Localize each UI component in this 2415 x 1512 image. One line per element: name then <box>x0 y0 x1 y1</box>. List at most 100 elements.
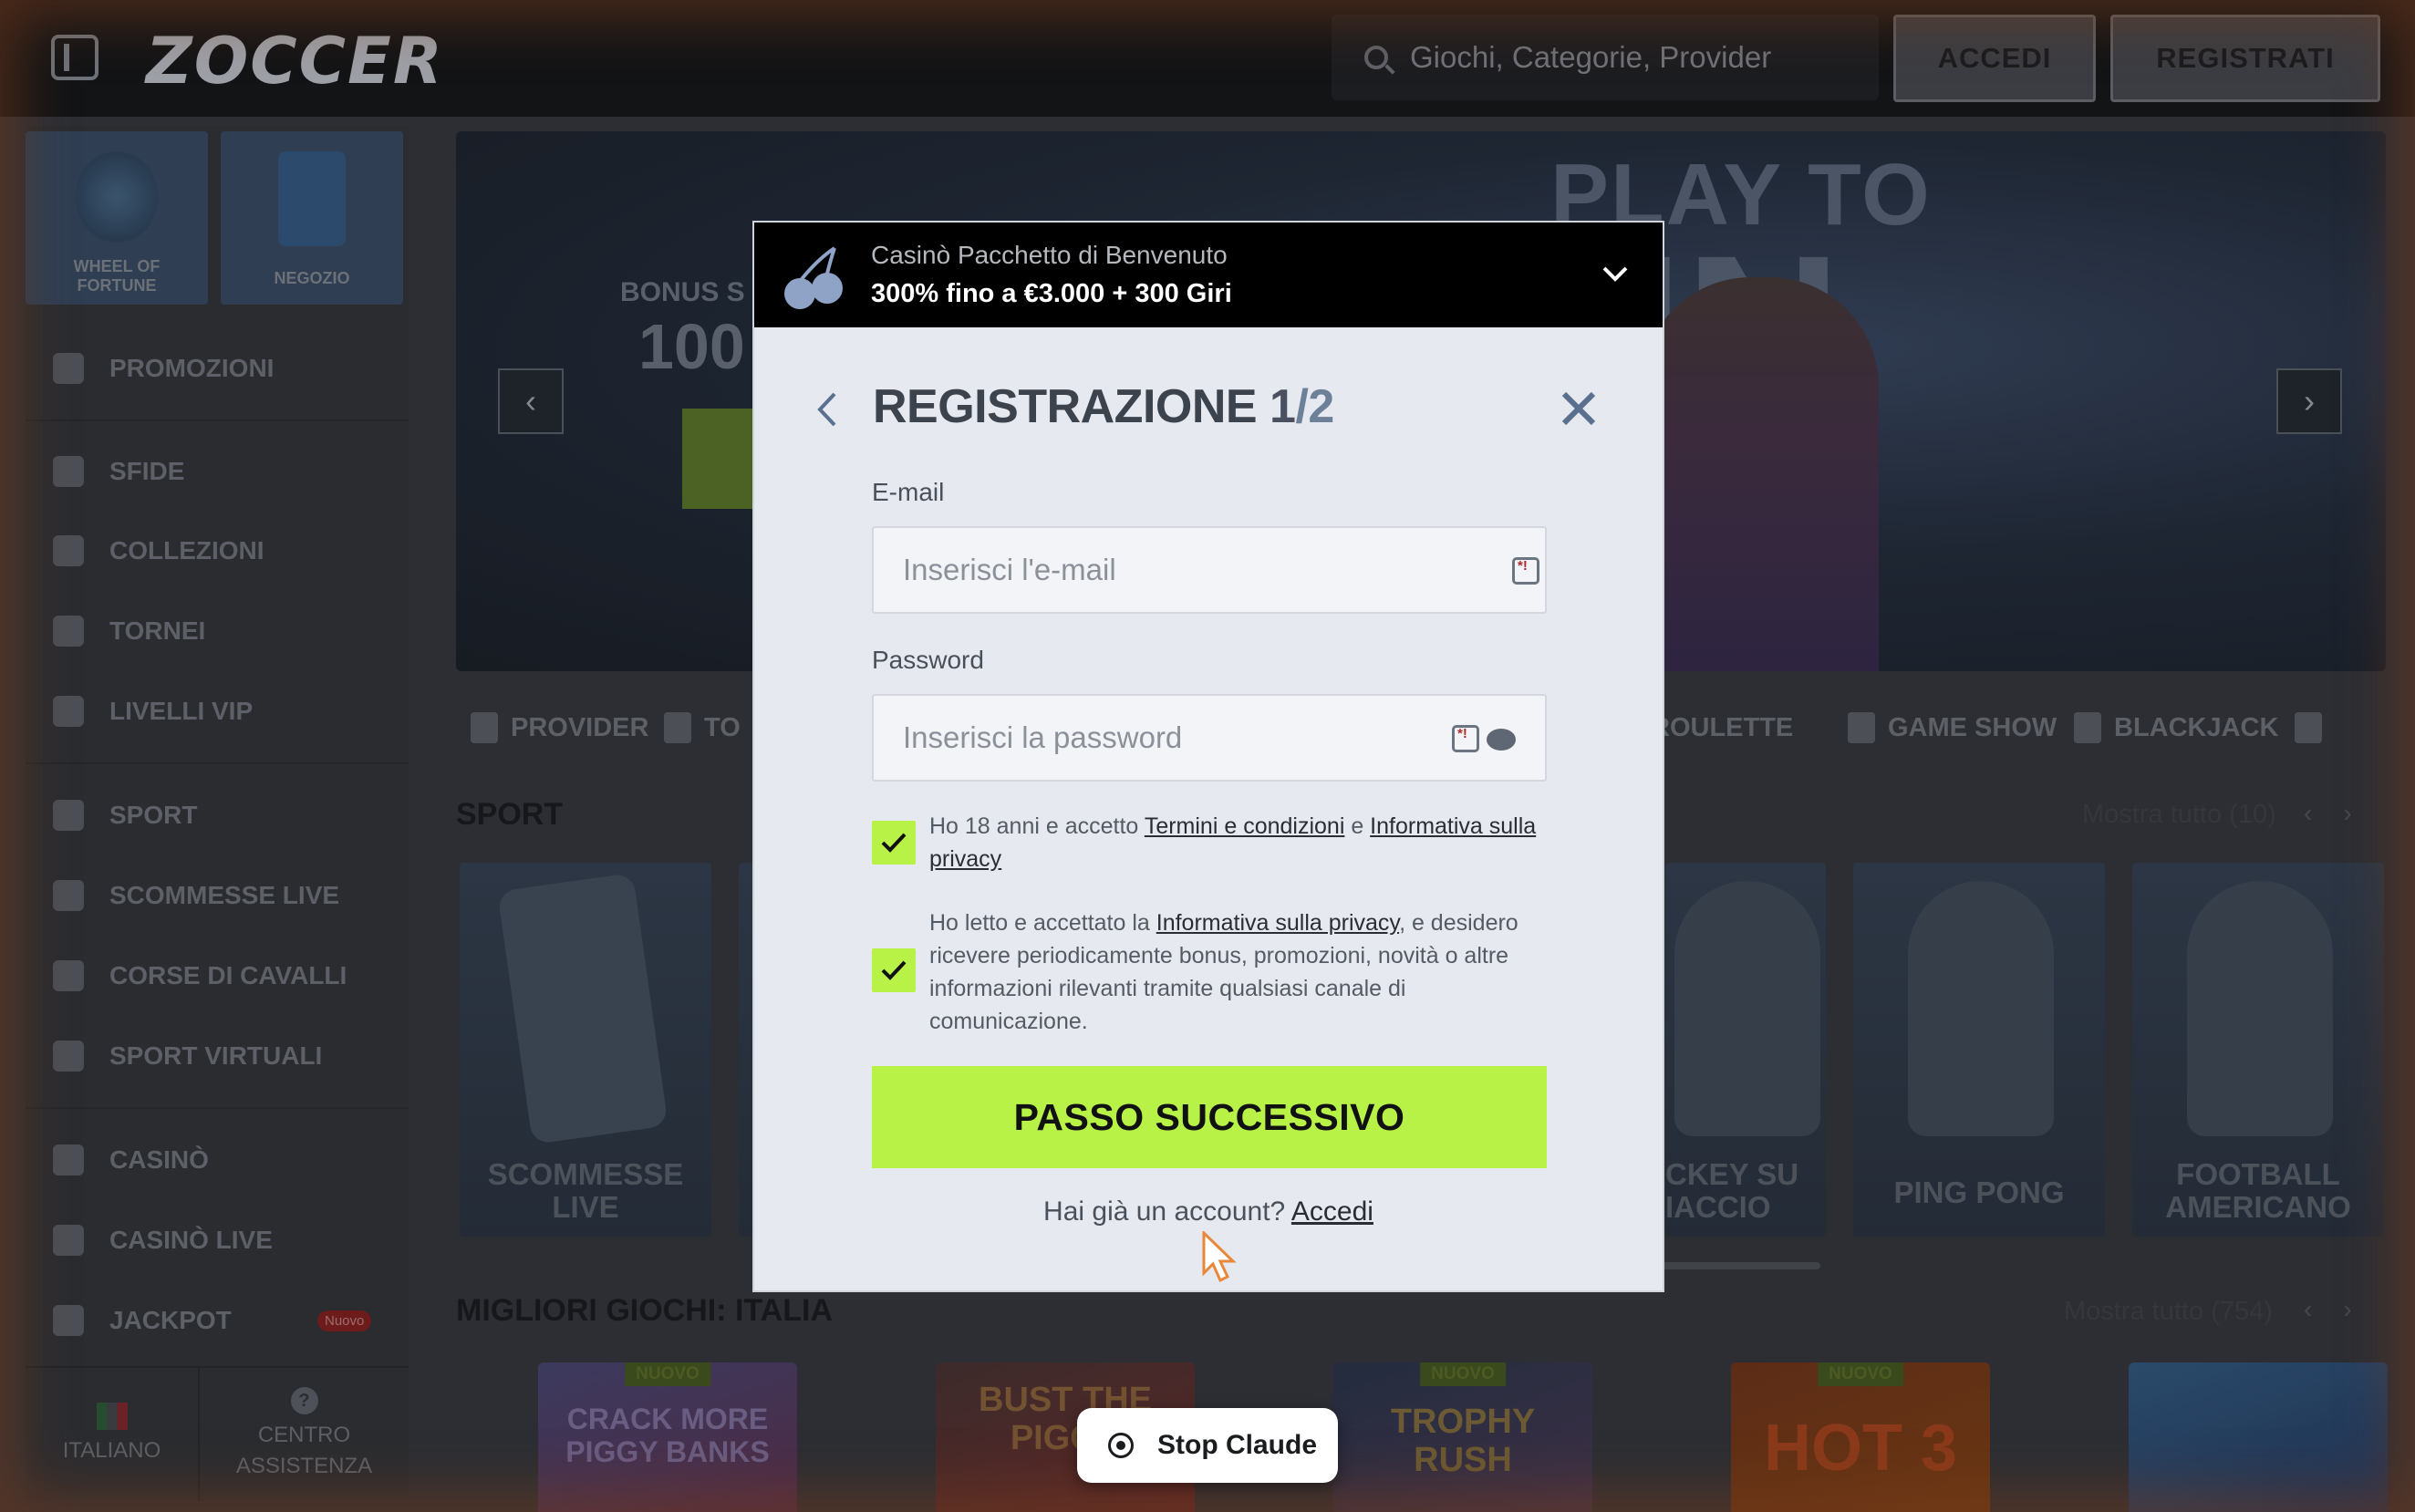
category-game-show[interactable]: GAME SHOW <box>1848 712 2057 743</box>
register-button[interactable]: REGISTRATI <box>2110 15 2380 102</box>
phone-image <box>497 872 669 1145</box>
game-card[interactable] <box>2129 1362 2388 1512</box>
sport-card-scommesse-live[interactable]: SCOMMESSE LIVE <box>460 863 711 1237</box>
wheel-icon <box>76 151 158 243</box>
next-step-button[interactable]: PASSO SUCCESSIVO <box>872 1066 1547 1168</box>
stop-claude-button[interactable]: Stop Claude <box>1077 1408 1338 1483</box>
registration-modal: Casinò Pacchetto di Benvenuto 300% fino … <box>752 221 1664 1292</box>
show-password-eye-icon[interactable] <box>1487 729 1516 751</box>
cards-icon <box>2074 712 2101 743</box>
category-top[interactable]: TO <box>664 712 741 743</box>
new-badge: NUOVO <box>625 1362 710 1386</box>
best-games-carousel-arrows[interactable]: ‹› <box>2304 1295 2383 1324</box>
microphone-icon <box>1848 712 1875 743</box>
ball-icon <box>53 800 84 831</box>
close-icon[interactable] <box>1555 385 1602 432</box>
login-link[interactable]: Accedi <box>1291 1196 1373 1227</box>
top-header: ZOCCER ACCEDI REGISTRATI <box>0 0 2415 117</box>
crown-icon <box>664 712 691 743</box>
game-card[interactable]: NUOVO HOT 3 <box>1731 1362 1990 1512</box>
sidebar-item-tornei[interactable]: TORNEI <box>26 591 409 671</box>
horse-icon <box>53 960 84 991</box>
back-arrow-icon[interactable] <box>809 388 845 430</box>
cherry-icon <box>53 1144 84 1175</box>
tile-wheel-of-fortune[interactable]: WHEEL OF FORTUNE <box>26 131 208 305</box>
italy-flag-icon <box>96 1403 128 1430</box>
hero-next-arrow[interactable]: › <box>2276 368 2342 434</box>
sidebar-item-corse-di-cavalli[interactable]: CORSE DI CAVALLI <box>26 936 409 1016</box>
password-manager-icon[interactable] <box>1452 725 1479 752</box>
sport-card-hockey[interactable]: CKEY SU IACCIO <box>1665 863 1826 1237</box>
game-card[interactable]: NUOVO TROPHY RUSH <box>1333 1362 1592 1512</box>
tile-negozio[interactable]: NEGOZIO <box>221 131 403 305</box>
login-button[interactable]: ACCEDI <box>1893 15 2096 102</box>
search-box[interactable] <box>1332 15 1879 100</box>
banner-title: Casinò Pacchetto di Benvenuto <box>871 241 1228 269</box>
modal-header: REGISTRAZIONE 1/2 <box>809 379 1612 440</box>
sport-card-football-americano[interactable]: FOOTBALL AMERICANO <box>2132 863 2384 1237</box>
game-card[interactable]: NUOVO CRACK MORE PIGGY BANKS <box>538 1362 797 1512</box>
site-logo[interactable]: ZOCCER <box>146 24 444 98</box>
live-cards-icon <box>53 1225 84 1256</box>
new-badge: NUOVO <box>1818 1362 1903 1386</box>
sidebar-item-promozioni[interactable]: PROMOZIONI <box>26 328 409 409</box>
chevron-down-icon[interactable] <box>1599 257 1632 290</box>
new-badge: NUOVO <box>1420 1362 1506 1386</box>
sport-show-all-link[interactable]: Mostra tutto (10) <box>2082 800 2276 830</box>
flame-icon <box>2295 712 2322 743</box>
hero-player-image <box>1642 277 1879 671</box>
checkmark-icon <box>881 960 907 980</box>
category-provider[interactable]: PROVIDER <box>471 712 648 743</box>
sidebar-item-sport[interactable]: SPORT <box>26 762 409 855</box>
password-field[interactable] <box>872 694 1547 782</box>
player-image <box>1674 881 1820 1136</box>
sidebar-item-casino[interactable]: CASINÒ <box>26 1107 409 1200</box>
search-input[interactable] <box>1410 40 1866 75</box>
sidebar-tiles: WHEEL OF FORTUNE NEGOZIO <box>26 126 409 305</box>
book-icon <box>471 712 498 743</box>
password-manager-icon[interactable] <box>1512 557 1539 585</box>
language-selector[interactable]: ITALIANO <box>26 1368 198 1501</box>
collection-icon <box>53 535 84 566</box>
sidebar-item-sport-virtuali[interactable]: SPORT VIRTUALI <box>26 1016 409 1096</box>
terms-link[interactable]: Termini e condizioni <box>1145 813 1345 839</box>
sidebar-item-jackpot[interactable]: JACKPOT Nuovo <box>26 1280 409 1361</box>
password-input[interactable] <box>903 718 1450 758</box>
record-stop-icon <box>1108 1433 1134 1458</box>
category-blackjack[interactable]: BLACKJACK <box>2074 712 2278 743</box>
marketing-checkbox[interactable] <box>872 948 916 992</box>
help-center-link[interactable]: ? CENTRO ASSISTENZA <box>198 1368 409 1501</box>
hero-prev-arrow[interactable]: ‹ <box>498 368 564 434</box>
sidebar-item-livelli-vip[interactable]: LIVELLI VIP <box>26 671 409 751</box>
new-badge: Nuovo <box>317 1310 372 1331</box>
email-field[interactable] <box>872 526 1547 614</box>
terms-consent-text: Ho 18 anni e accetto Termini e condizion… <box>929 813 1537 872</box>
sport-section-title: SPORT <box>456 797 564 832</box>
cherry-icon <box>784 246 843 309</box>
gift-icon <box>53 353 84 384</box>
password-label: Password <box>872 646 984 674</box>
sidebar-item-sfide[interactable]: SFIDE <box>26 419 409 511</box>
email-input[interactable] <box>903 550 1450 590</box>
terms-checkbox[interactable] <box>872 821 916 865</box>
category-roulette[interactable]: ROULETTE <box>1651 713 1793 743</box>
email-label: E-mail <box>872 478 945 506</box>
checkmark-icon <box>881 833 907 853</box>
modal-title: REGISTRAZIONE 1/2 <box>873 380 1334 433</box>
privacy-link[interactable]: Informativa sulla privacy <box>1156 910 1399 936</box>
sidebar-item-casino-live[interactable]: CASINÒ LIVE <box>26 1200 409 1280</box>
sport-carousel-arrows[interactable]: ‹› <box>2304 799 2383 828</box>
hero-bonus-text: BONUS S <box>620 277 745 307</box>
best-games-show-all-link[interactable]: Mostra tutto (754) <box>2064 1297 2273 1327</box>
sport-card-ping-pong[interactable]: PING PONG <box>1853 863 2105 1237</box>
sidebar-toggle-icon[interactable] <box>51 35 98 80</box>
casino-page: ZOCCER ACCEDI REGISTRATI WHEEL OF FORTUN… <box>0 0 2415 1512</box>
sidebar-item-scommesse-live[interactable]: SCOMMESSE LIVE <box>26 855 409 936</box>
hero-bonus-percent: 100 <box>638 311 745 382</box>
sidebar-item-collezioni[interactable]: COLLEZIONI <box>26 511 409 591</box>
welcome-bonus-banner[interactable]: Casinò Pacchetto di Benvenuto 300% fino … <box>754 223 1663 327</box>
category-more[interactable] <box>2295 712 2335 743</box>
tile-label: WHEEL OF FORTUNE <box>73 257 161 295</box>
shopping-bag-icon <box>278 151 346 246</box>
car-icon <box>53 1041 84 1072</box>
